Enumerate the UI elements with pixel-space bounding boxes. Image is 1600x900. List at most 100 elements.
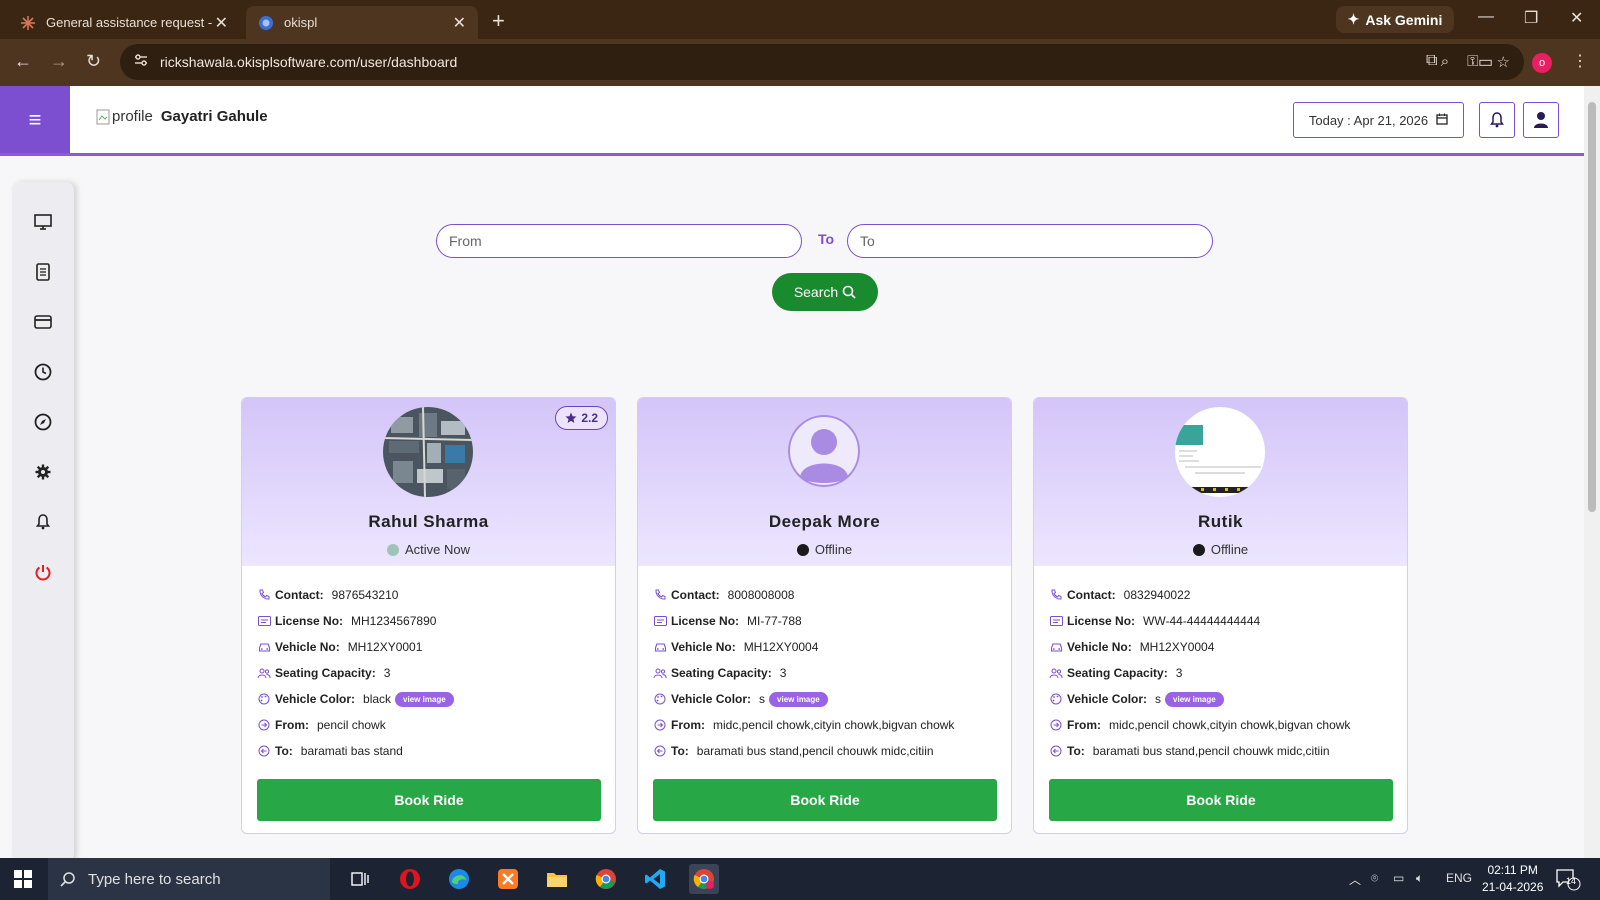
license-value: MH1234567890	[351, 614, 437, 628]
clock-icon[interactable]	[31, 360, 55, 384]
car-icon	[653, 640, 667, 654]
menu-kebab-icon[interactable]: ⋮	[1572, 51, 1588, 71]
xampp-icon[interactable]	[493, 864, 523, 894]
tab-title: okispl	[284, 15, 318, 30]
back-icon[interactable]: ←	[14, 51, 32, 72]
task-view-icon[interactable]	[345, 864, 375, 894]
address-bar[interactable]: rickshawala.okisplsoftware.com/user/dash…	[120, 44, 1524, 80]
meet-icon[interactable]: ⌾	[1371, 871, 1378, 886]
browser-profile-avatar[interactable]: o	[1532, 53, 1552, 73]
driver-status: Active Now	[242, 542, 615, 557]
forward-icon[interactable]: →	[50, 51, 68, 72]
book-ride-button[interactable]: Book Ride	[653, 779, 997, 821]
users-icon	[653, 666, 667, 680]
color-value: s	[1155, 692, 1162, 706]
profile-alt-text: profile	[112, 108, 153, 125]
user-icon	[1534, 112, 1548, 128]
taskbar-search-input[interactable]: Type here to search	[48, 858, 330, 900]
date-display[interactable]: Today : Apr 21, 2026	[1293, 102, 1464, 138]
arrow-left-circle-icon	[257, 744, 271, 758]
bookmark-star-icon[interactable]: ☆	[1497, 53, 1510, 71]
to-label-row: To:	[1067, 744, 1085, 758]
logout-power-icon[interactable]	[31, 560, 55, 584]
key-icon[interactable]: ⚿	[1467, 53, 1478, 71]
color-row: Vehicle Color: s view image	[653, 686, 1003, 712]
chrome-active-icon[interactable]	[689, 864, 719, 894]
taskbar-search-placeholder: Type here to search	[88, 870, 221, 888]
extensions-icon[interactable]: ⧉	[1426, 52, 1437, 70]
driver-name: Rutik	[1198, 512, 1243, 531]
notifications-button[interactable]	[1479, 102, 1515, 138]
tray-chevron-icon[interactable]: ︿	[1349, 871, 1361, 888]
notification-count: 14	[1566, 876, 1577, 886]
to-input[interactable]: To	[847, 224, 1213, 258]
zoom-icon[interactable]: ⌕	[1441, 53, 1449, 71]
license-value: WW-44-44444444444	[1143, 614, 1261, 628]
hamburger-menu-icon[interactable]: ≡	[0, 86, 70, 153]
ask-gemini-button[interactable]: ✦ Ask Gemini	[1336, 6, 1454, 33]
vehicle-value: MH12XY0001	[347, 640, 423, 654]
notification-center-icon[interactable]: 14	[1553, 864, 1583, 894]
close-tab-icon[interactable]: ✕	[453, 13, 466, 33]
date-label: Today : Apr 21, 2026	[1308, 112, 1429, 128]
edge-icon[interactable]	[444, 864, 474, 894]
view-image-button[interactable]: view image	[769, 691, 828, 707]
cast-icon[interactable]: ▭	[1478, 52, 1493, 72]
bell-icon[interactable]	[31, 510, 55, 534]
card-icon[interactable]	[31, 310, 55, 334]
browser-tab-active[interactable]: okispl ✕	[246, 6, 478, 39]
search-button[interactable]: Search	[772, 273, 878, 311]
arrow-right-circle-icon	[1049, 718, 1063, 732]
volume-icon[interactable]: 🔈︎	[1416, 871, 1423, 886]
vehicle-row: Vehicle No: MH12XY0001	[257, 634, 607, 660]
color-label: Vehicle Color:	[275, 692, 356, 706]
contact-value: 8008008008	[727, 588, 795, 602]
language-indicator[interactable]: ENG	[1446, 871, 1472, 885]
app-header: ≡ profile Gayatri Gahule Today : Apr 21,…	[0, 86, 1584, 156]
page-scrollbar[interactable]	[1584, 86, 1600, 858]
site-info-icon[interactable]	[134, 53, 148, 72]
tab-title: General assistance request - Cla	[46, 15, 215, 30]
reload-icon[interactable]: ↻	[86, 51, 101, 72]
close-window-icon[interactable]: ✕	[1570, 8, 1583, 28]
compass-icon[interactable]	[31, 410, 55, 434]
vehicle-label: Vehicle No:	[671, 640, 736, 654]
vehicle-label: Vehicle No:	[1067, 640, 1132, 654]
color-label: Vehicle Color:	[1067, 692, 1148, 706]
status-text: Active Now	[404, 542, 471, 557]
gear-icon[interactable]	[31, 460, 55, 484]
close-tab-icon[interactable]: ✕	[215, 13, 228, 33]
restore-icon[interactable]: ❐	[1524, 8, 1538, 28]
license-label: License No:	[1067, 614, 1136, 628]
from-row: From: pencil chowk	[257, 712, 607, 738]
license-label: License No:	[671, 614, 740, 628]
color-label: Vehicle Color:	[671, 692, 752, 706]
taskbar-clock[interactable]: 02:11 PM 21-04-2026	[1482, 862, 1543, 896]
opera-icon[interactable]	[395, 864, 425, 894]
browser-tab[interactable]: General assistance request - Cla ✕	[8, 6, 240, 39]
rating-badge: 2.2	[555, 406, 608, 430]
seating-label: Seating Capacity:	[671, 666, 772, 680]
minimize-icon[interactable]: —	[1478, 8, 1494, 26]
scrollbar-thumb[interactable]	[1588, 102, 1596, 512]
document-icon[interactable]	[31, 260, 55, 284]
palette-icon	[257, 692, 271, 706]
new-tab-icon[interactable]: +	[492, 8, 505, 34]
network-icon[interactable]: ▭	[1393, 871, 1404, 885]
chrome-icon[interactable]	[591, 864, 621, 894]
to-row: To: baramati bas stand	[257, 738, 607, 764]
user-name: Gayatri Gahule	[160, 108, 268, 125]
book-ride-button[interactable]: Book Ride	[1049, 779, 1393, 821]
from-input[interactable]: From	[436, 224, 802, 258]
view-image-button[interactable]: view image	[1165, 691, 1224, 707]
browser-toolbar: ← → ↻ rickshawala.okisplsoftware.com/use…	[0, 39, 1600, 86]
windows-start-icon[interactable]	[14, 870, 32, 893]
vscode-icon[interactable]	[640, 864, 670, 894]
view-image-button[interactable]: view image	[395, 691, 454, 707]
dashboard-monitor-icon[interactable]	[31, 210, 55, 234]
file-explorer-icon[interactable]	[542, 864, 572, 894]
from-row: From: midc,pencil chowk,cityin chowk,big…	[653, 712, 1003, 738]
user-account-button[interactable]	[1523, 102, 1559, 138]
seating-row: Seating Capacity: 3	[1049, 660, 1399, 686]
book-ride-button[interactable]: Book Ride	[257, 779, 601, 821]
